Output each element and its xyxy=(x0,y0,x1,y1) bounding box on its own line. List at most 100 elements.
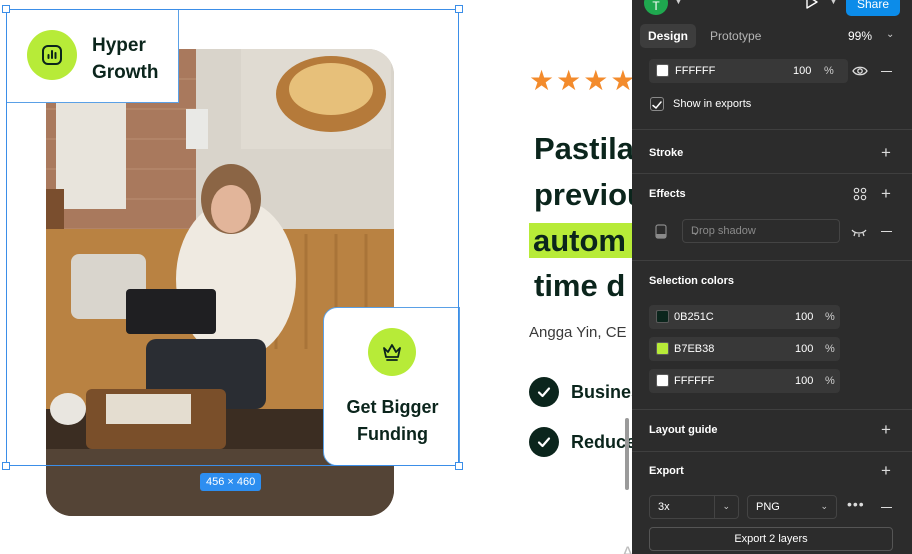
layout-guide-title: Layout guide xyxy=(649,424,718,436)
add-export-icon[interactable]: + xyxy=(881,462,891,479)
hyper-growth-title: Hyper Growth xyxy=(92,35,159,83)
selection-color-opacity: 100 xyxy=(795,375,814,387)
percent-sign: % xyxy=(825,311,835,323)
selection-color-opacity: 100 xyxy=(795,311,814,323)
resize-handle-top-right[interactable] xyxy=(455,5,463,13)
headline-highlight: autom xyxy=(529,223,632,258)
benefit-text: Busines xyxy=(571,381,632,402)
section-divider xyxy=(632,173,912,174)
stroke-section-title: Stroke xyxy=(649,147,684,159)
export-scale-value: 3x xyxy=(658,501,670,513)
selection-color-row[interactable]: FFFFFF 100 % xyxy=(649,369,840,393)
star-icon: ★ xyxy=(556,64,582,97)
section-divider xyxy=(632,451,912,452)
panel-tabs: Design Prototype xyxy=(640,24,769,48)
present-play-icon[interactable] xyxy=(804,0,820,10)
fill-color-field[interactable]: FFFFFF 100 % xyxy=(649,59,848,83)
check-circle-icon xyxy=(529,427,559,457)
tab-design[interactable]: Design xyxy=(640,24,697,48)
chevron-down-icon: ⌄ xyxy=(691,226,701,238)
remove-fill-icon[interactable] xyxy=(881,71,892,72)
windows-activation-watermark: Activate Windows xyxy=(622,543,632,554)
selection-color-hex: B7EB38 xyxy=(674,343,715,355)
hyper-growth-badge xyxy=(27,30,77,80)
benefit-text: Reduce xyxy=(571,431,632,452)
selection-size-label: 456 × 460 xyxy=(200,473,262,491)
fill-hex: FFFFFF xyxy=(675,65,716,77)
selection-color-opacity: 100 xyxy=(795,343,814,355)
chevron-down-icon: ⌄ xyxy=(722,501,730,511)
design-properties-panel: T ▼ ▼ Share Design Prototype 99% ⌄ FFFFF… xyxy=(632,0,912,554)
chevron-down-icon[interactable]: ⌄ xyxy=(886,29,894,40)
resize-handle-bottom-right[interactable] xyxy=(455,462,463,470)
check-circle-icon xyxy=(529,377,559,407)
star-icon: ★ xyxy=(583,64,609,97)
rating-stars: ★ ★ ★ ★ xyxy=(529,66,632,96)
benefit-item: Reduce xyxy=(529,427,632,457)
chevron-down-icon[interactable]: ▼ xyxy=(674,0,683,6)
chevron-down-icon: ⌄ xyxy=(820,501,828,511)
crown-icon xyxy=(383,344,401,361)
effect-styles-icon[interactable] xyxy=(853,187,867,201)
section-divider xyxy=(632,409,912,410)
percent-sign: % xyxy=(825,343,835,355)
show-in-exports-label: Show in exports xyxy=(673,98,752,110)
share-button[interactable]: Share xyxy=(846,0,900,16)
add-layout-guide-icon[interactable]: + xyxy=(881,421,891,438)
fill-swatch[interactable] xyxy=(656,64,669,77)
export-layers-button[interactable]: Export 2 layers xyxy=(649,527,893,551)
get-funding-card[interactable]: Get Bigger Funding xyxy=(323,307,460,466)
remove-export-icon[interactable] xyxy=(881,507,892,508)
add-stroke-icon[interactable]: + xyxy=(881,144,891,161)
canvas-scrollbar[interactable] xyxy=(625,418,629,490)
resize-handle-bottom-left[interactable] xyxy=(2,462,10,470)
headline-line-1: Pastila xyxy=(534,131,632,166)
section-divider xyxy=(632,260,912,261)
export-format-select[interactable]: PNG ⌄ xyxy=(747,495,837,519)
design-canvas[interactable]: Hyper Growth Get Bigger Funding 456 × 46… xyxy=(0,0,632,554)
selection-color-swatch[interactable] xyxy=(656,374,669,387)
effect-type-dropdown[interactable]: Drop shadow ⌄ xyxy=(682,219,840,243)
funding-badge xyxy=(368,328,416,376)
selection-color-row[interactable]: 0B251C 100 % xyxy=(649,305,840,329)
chevron-down-icon[interactable]: ▼ xyxy=(829,0,838,6)
selection-colors-title: Selection colors xyxy=(649,275,734,287)
fill-opacity: 100 xyxy=(793,65,812,77)
tab-prototype[interactable]: Prototype xyxy=(702,24,769,48)
section-divider xyxy=(632,129,912,130)
field-separator xyxy=(714,496,715,518)
user-avatar[interactable]: T xyxy=(644,0,668,15)
star-icon: ★ xyxy=(529,64,555,97)
more-options-icon[interactable]: ••• xyxy=(847,496,865,512)
selection-color-swatch[interactable] xyxy=(656,310,669,323)
percent-sign: % xyxy=(825,375,835,387)
selection-color-hex: FFFFFF xyxy=(674,375,715,387)
percent-sign: % xyxy=(824,65,834,77)
export-scale-select[interactable]: 3x ⌄ xyxy=(649,495,739,519)
show-in-exports-checkbox[interactable] xyxy=(650,97,664,111)
eye-icon[interactable] xyxy=(852,64,868,78)
add-effect-icon[interactable]: + xyxy=(881,185,891,202)
export-section-title: Export xyxy=(649,465,684,477)
effects-section-title: Effects xyxy=(649,188,686,200)
benefit-item: Busines xyxy=(529,377,632,407)
remove-effect-icon[interactable] xyxy=(881,231,892,232)
hyper-growth-card[interactable]: Hyper Growth xyxy=(6,9,179,103)
author-credit: Angga Yin, CE xyxy=(529,324,627,341)
headline-line-4: time d xyxy=(534,268,626,303)
zoom-level[interactable]: 99% xyxy=(848,29,872,43)
selection-color-swatch[interactable] xyxy=(656,342,669,355)
headline-line-2: previou xyxy=(534,177,632,212)
top-toolbar: T ▼ ▼ Share xyxy=(632,0,912,16)
headline-line-3: autom xyxy=(529,221,632,261)
chart-bars-icon xyxy=(42,45,62,65)
resize-handle-top-left[interactable] xyxy=(2,5,10,13)
selection-color-hex: 0B251C xyxy=(674,311,714,323)
export-format-value: PNG xyxy=(756,501,780,513)
funding-title: Get Bigger Funding xyxy=(346,397,439,444)
checkmark-icon xyxy=(652,101,662,110)
effect-type-icon[interactable] xyxy=(655,224,667,239)
eye-closed-icon[interactable] xyxy=(851,227,867,237)
star-icon: ★ xyxy=(610,64,632,97)
selection-color-row[interactable]: B7EB38 100 % xyxy=(649,337,840,361)
